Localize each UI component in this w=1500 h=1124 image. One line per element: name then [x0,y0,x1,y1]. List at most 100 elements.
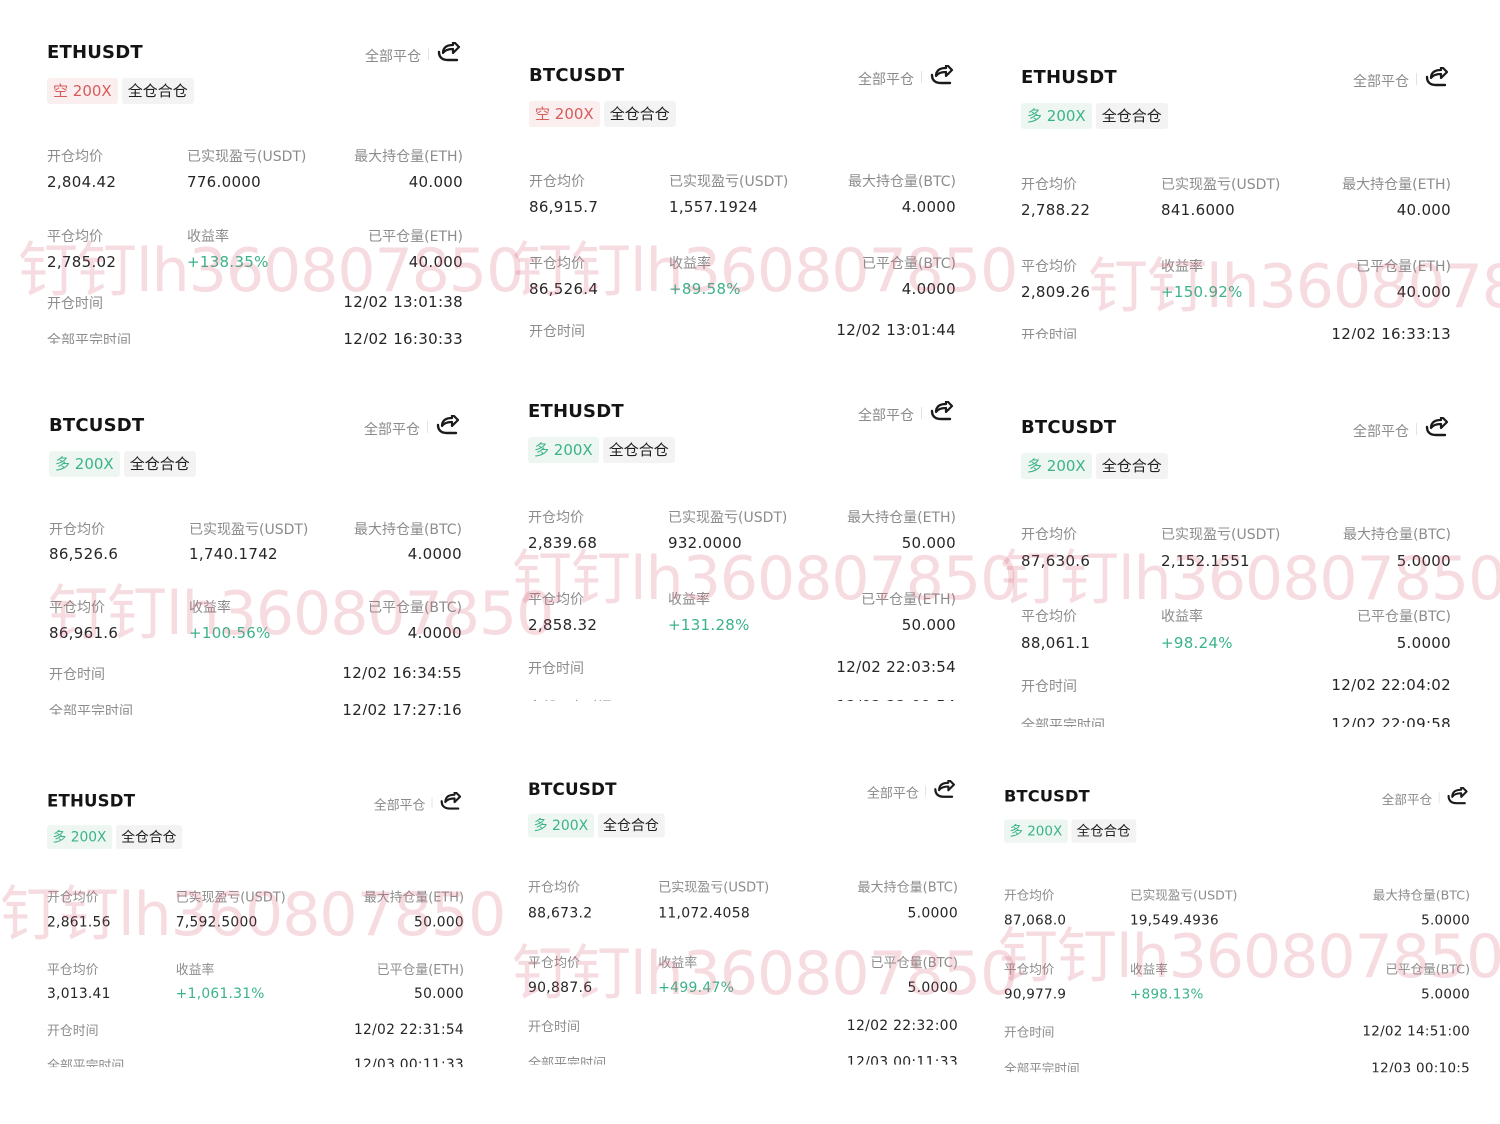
close-all-button[interactable]: 全部平仓 [374,796,426,814]
position-card: BTCUSDT 全部平仓多 200X 全仓合仓 开仓均价 已实现盈亏(USDT) 最大持仓… [1021,417,1451,727]
open-avg-label: 开仓均价 [529,174,585,190]
position-tags: 多 200X 全仓合仓 [49,451,196,477]
max-position-value: 50.000 [414,912,464,930]
share-icon[interactable] [932,780,956,800]
close-avg-label: 平仓均价 [1021,259,1077,275]
margin-mode-tag: 全仓合仓 [1095,103,1168,129]
realized-pnl-label: 已实现盈亏(USDT) [175,890,286,906]
yield-label: 收益率 [658,955,698,971]
leverage-label: 200X [553,441,593,459]
close-avg-label: 平仓均价 [49,600,105,616]
divider [925,785,927,797]
close-all-button[interactable]: 全部平仓 [858,405,914,425]
max-position-value: 5.0000 [1396,552,1451,570]
open-avg-value: 2,788.22 [1021,201,1091,219]
realized-pnl-label: 已实现盈亏(USDT) [658,880,770,896]
margin-mode-tag: 全仓合仓 [602,437,675,463]
divider [1438,792,1440,804]
close-all-button[interactable]: 全部平仓 [1353,71,1409,91]
yield-label: 收益率 [669,256,711,272]
share-icon[interactable] [1423,67,1449,89]
open-time-label: 开仓时间 [528,661,584,677]
realized-pnl-label: 已实现盈亏(USDT) [1161,527,1281,543]
share-icon[interactable] [1445,787,1468,807]
yield-label: 收益率 [1130,962,1168,978]
open-avg-label: 开仓均价 [47,890,99,906]
full-close-time-label: 全部平完时间 [47,1058,125,1067]
yield-label: 收益率 [1161,259,1203,275]
direction-label: 多 [533,817,552,834]
symbol-name: BTCUSDT [529,65,625,86]
symbol-name: ETHUSDT [47,792,136,812]
max-position-value: 5.0000 [1421,911,1470,929]
position-card: ETHUSDT 全部平仓空 200X 全仓合仓 开仓均价 已实现盈亏(USDT) 最大持仓… [47,42,463,344]
direction-label: 多 [55,455,75,473]
direction-label: 多 [1027,457,1047,475]
open-time-value: 12/02 22:32:00 [846,1016,958,1034]
open-time-value: 12/02 13:01:38 [343,293,463,311]
margin-mode-tag: 全仓合仓 [597,813,665,838]
closed-qty-value: 5.0000 [1396,634,1451,652]
share-icon[interactable] [434,415,460,437]
share-icon[interactable] [438,792,462,812]
share-icon[interactable] [1423,417,1449,439]
share-icon[interactable] [435,42,461,64]
close-all-button[interactable]: 全部平仓 [1382,791,1432,809]
direction-tag: 空 200X [529,101,600,127]
close-all-button[interactable]: 全部平仓 [858,69,914,89]
open-avg-value: 2,804.42 [47,173,117,191]
yield-value: +1,061.31% [175,984,265,1002]
realized-pnl-label: 已实现盈亏(USDT) [1130,888,1238,904]
realized-pnl-value: 1,557.1924 [669,198,758,216]
realized-pnl-value: 932.0000 [668,534,742,552]
close-all-button[interactable]: 全部平仓 [867,784,919,803]
closed-qty-value: 4.0000 [407,624,462,642]
closed-qty-label: 已平仓量(ETH) [861,592,956,608]
yield-label: 收益率 [1161,609,1203,625]
open-avg-value: 87,068.0 [1004,911,1067,929]
close-avg-label: 平仓均价 [1021,609,1077,625]
close-all-button[interactable]: 全部平仓 [364,419,420,439]
close-avg-value: 3,013.41 [47,984,111,1002]
direction-label: 空 [53,82,73,100]
screenshot-collage: ETHUSDT 全部平仓空 200X 全仓合仓 开仓均价 已实现盈亏(USDT) 最大持仓… [0,0,1500,1124]
direction-label: 多 [1009,823,1028,840]
divider [1416,423,1417,435]
close-avg-value: 90,887.6 [528,978,593,996]
close-all-button[interactable]: 全部平仓 [365,46,421,66]
open-time-label: 开仓时间 [49,667,105,683]
divider [1416,73,1417,85]
full-close-time-value: 12/03 00:10:5 [1371,1059,1470,1072]
position-tags: 空 200X 全仓合仓 [529,101,676,127]
open-avg-value: 2,861.56 [47,912,111,930]
close-avg-label: 平仓均价 [1004,962,1055,978]
realized-pnl-value: 11,072.4058 [658,904,751,922]
open-time-value: 12/02 22:03:54 [836,658,956,676]
leverage-label: 200X [72,82,112,100]
leverage-label: 200X [74,455,114,473]
margin-mode-tag: 全仓合仓 [115,825,182,850]
direction-tag: 多 200X [1021,103,1092,129]
full-close-time-label: 全部平完时间 [528,697,612,701]
close-avg-value: 2,785.02 [47,253,117,271]
direction-label: 空 [535,105,555,123]
position-tags: 多 200X 全仓合仓 [1004,819,1137,843]
margin-mode-tag: 全仓合仓 [1071,819,1137,843]
close-avg-label: 平仓均价 [529,256,585,272]
direction-label: 多 [534,441,554,459]
margin-mode-tag: 全仓合仓 [603,101,676,127]
open-avg-value: 86,526.6 [49,545,119,563]
close-all-button[interactable]: 全部平仓 [1353,421,1409,441]
realized-pnl-label: 已实现盈亏(USDT) [187,149,307,165]
share-icon[interactable] [928,65,954,87]
open-avg-value: 87,630.6 [1021,552,1091,570]
yield-label: 收益率 [189,600,231,616]
position-card: ETHUSDT 全部平仓多 200X 全仓合仓 开仓均价 已实现盈亏(USDT) 最大持仓… [47,792,464,1067]
realized-pnl-label: 已实现盈亏(USDT) [668,510,788,526]
yield-label: 收益率 [175,962,215,978]
closed-qty-value: 5.0000 [1421,985,1470,1003]
position-tags: 多 200X 全仓合仓 [528,813,665,838]
closed-qty-label: 已平仓量(BTC) [870,955,958,971]
share-icon[interactable] [928,401,954,423]
direction-tag: 多 200X [1021,453,1092,479]
